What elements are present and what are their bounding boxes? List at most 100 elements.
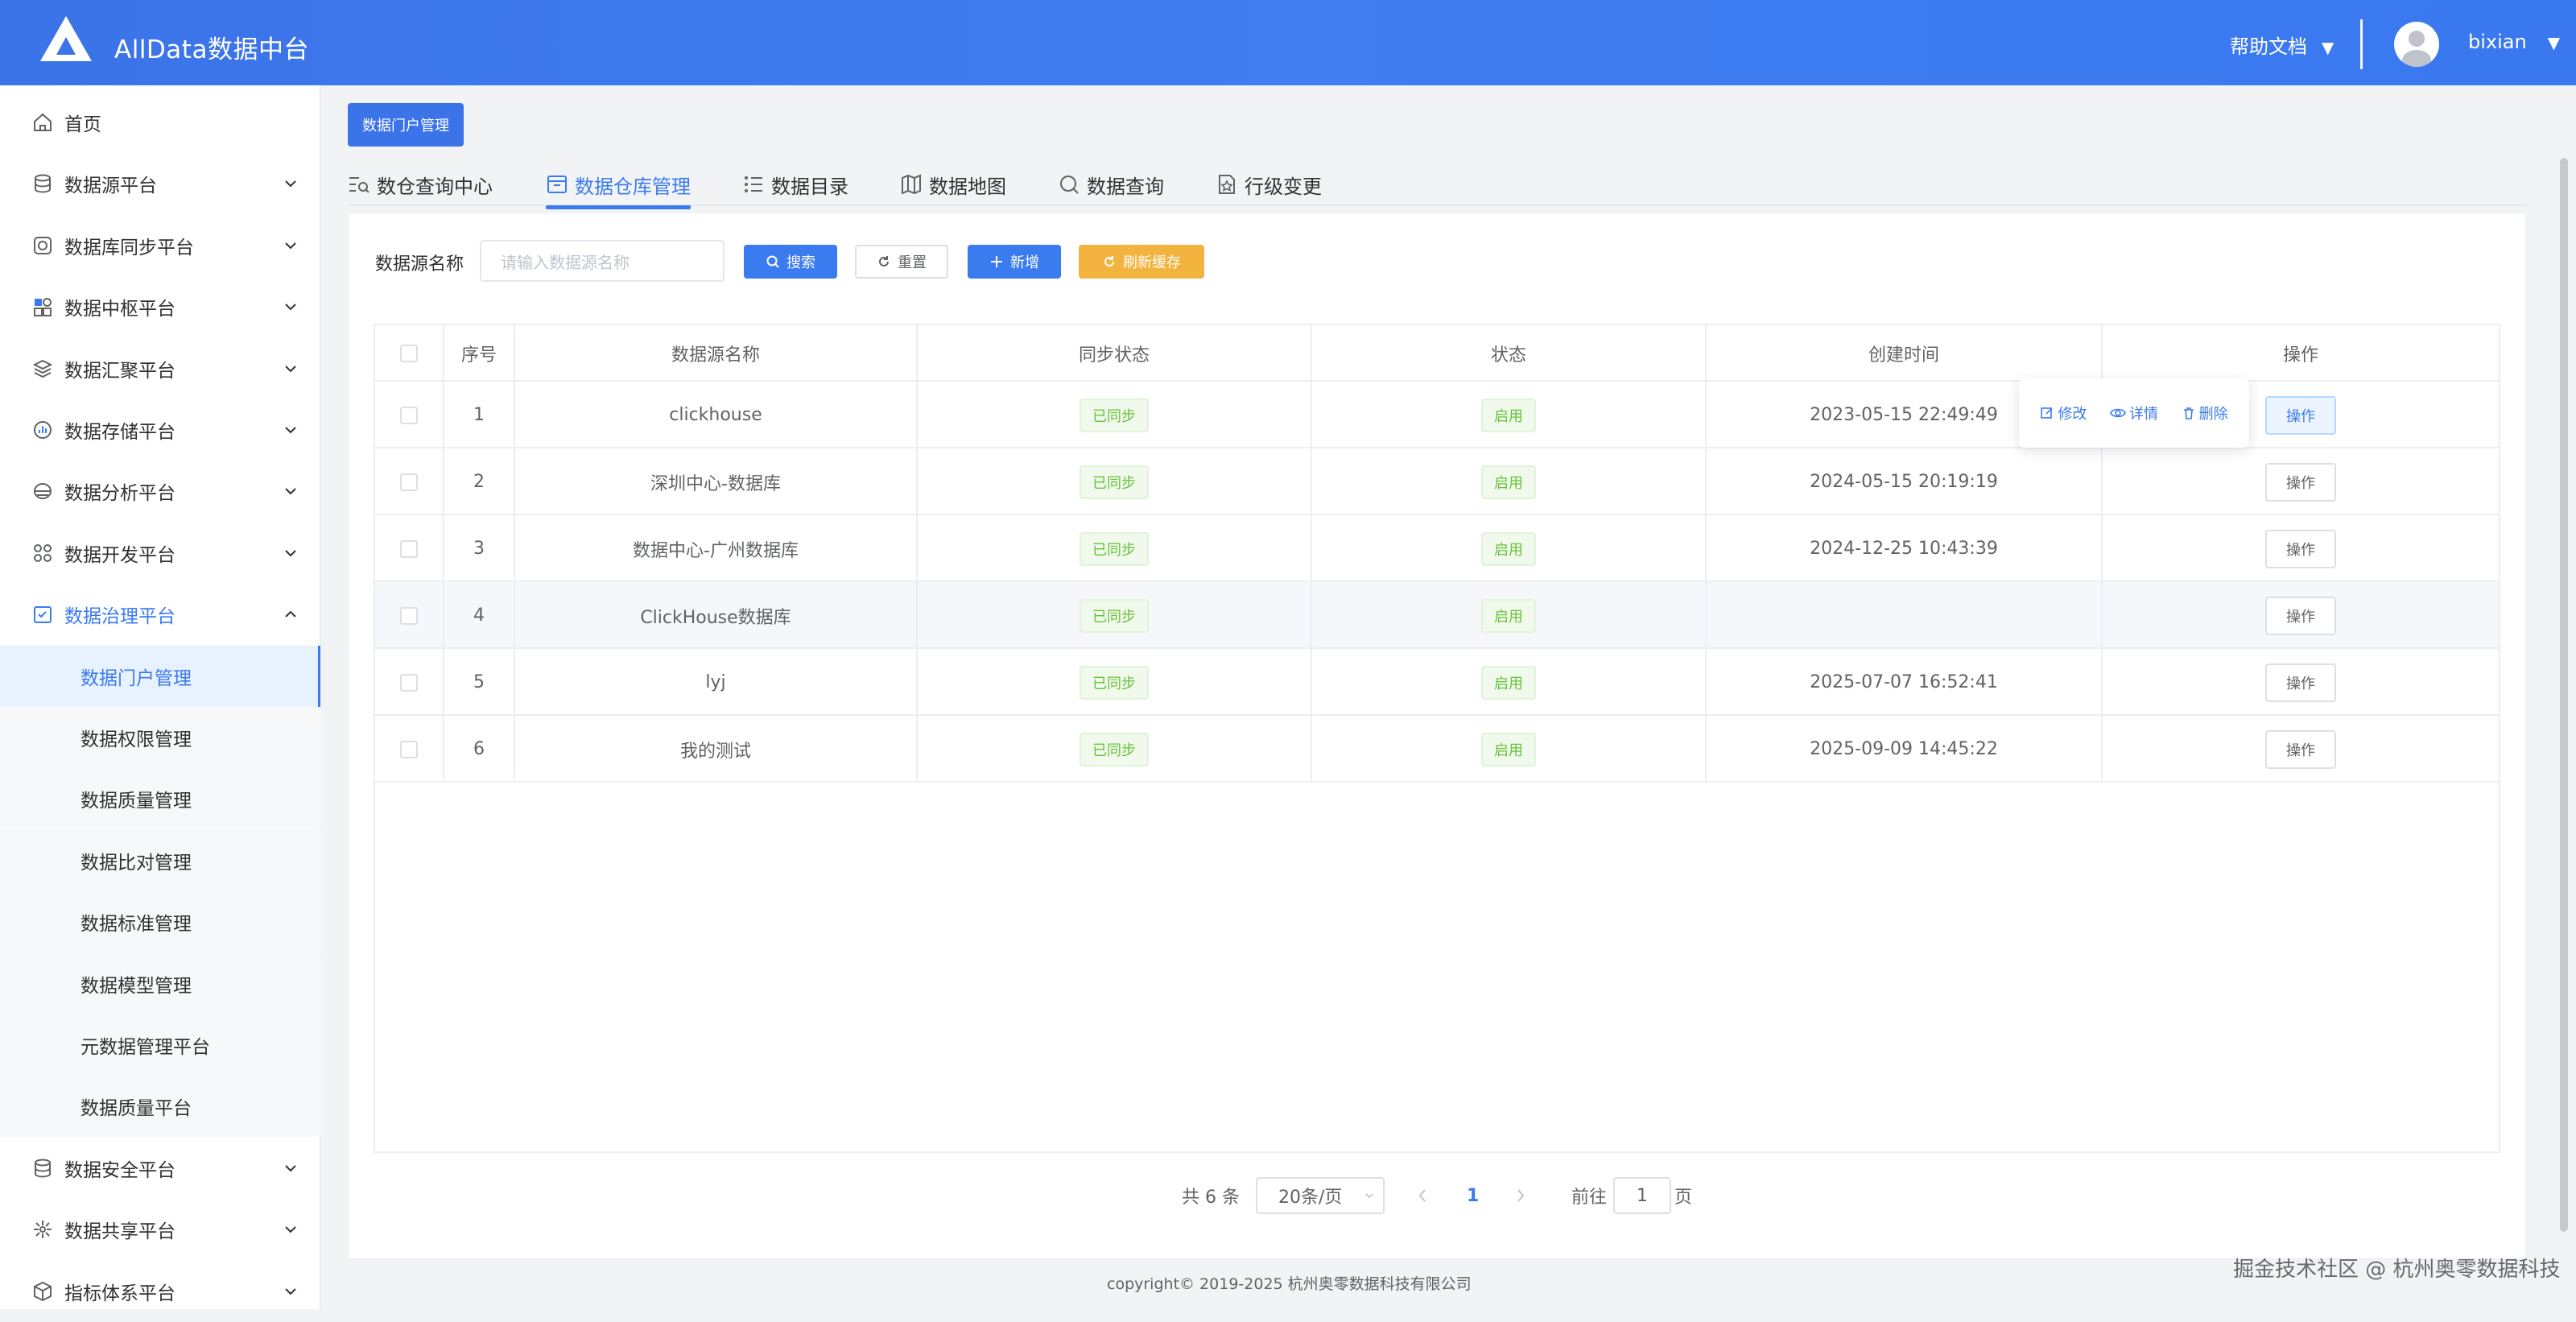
tab-warehouse-management[interactable]: 数据仓库管理: [546, 166, 691, 209]
tab-data-query[interactable]: 数据查询: [1058, 166, 1164, 203]
status-badge: 启用: [1481, 665, 1536, 700]
sidebar-item-2[interactable]: 数据源平台: [0, 153, 320, 214]
row-operation-button[interactable]: 操作: [2265, 596, 2336, 635]
sidebar-item-5[interactable]: 数据汇聚平台: [0, 338, 320, 399]
delete-link[interactable]: 删除: [2182, 403, 2228, 423]
column-header: 创建时间: [1707, 325, 2103, 382]
chevron-down-icon: [285, 1226, 296, 1233]
row-checkbox[interactable]: [400, 606, 418, 625]
row-checkbox[interactable]: [400, 406, 418, 424]
table-row[interactable]: 2 深圳中心-数据库 已同步 启用 2024-05-15 20:19:19 操作: [375, 448, 2499, 515]
page-jump-input[interactable]: 1: [1613, 1177, 1671, 1214]
sidebar-item-label: 数据存储平台: [64, 422, 175, 443]
cell-sync-status: 已同步: [918, 382, 1312, 448]
select-all-checkbox[interactable]: [400, 345, 418, 362]
top-header: AllData数据中台 帮助文档 ▼ bixian ▼: [0, 0, 2576, 85]
add-button-label: 新增: [1010, 254, 1039, 271]
datasource-table: 序号 数据源名称 同步状态 状态 创建时间 操作 1 clickhouse 已同步启…: [374, 324, 2500, 1153]
sidebar-item-17[interactable]: 数据质量平台: [0, 1076, 320, 1138]
row-checkbox[interactable]: [400, 673, 418, 692]
map-icon: [902, 174, 921, 195]
sidebar-item-3[interactable]: 数据库同步平台: [0, 215, 320, 276]
sidebar-item-11[interactable]: 数据权限管理: [0, 707, 320, 768]
sidebar-item-label: 数据治理平台: [64, 606, 175, 628]
sidebar-item-6[interactable]: 数据存储平台: [0, 399, 320, 461]
table-row[interactable]: 4 ClickHouse数据库 已同步 启用 操作: [375, 582, 2499, 649]
tab-data-map[interactable]: 数据地图: [900, 166, 1006, 203]
sidebar-item-7[interactable]: 数据分析平台: [0, 461, 320, 522]
detail-link[interactable]: 详情: [2110, 403, 2158, 423]
row-operation-button[interactable]: 操作: [2265, 529, 2336, 568]
current-page[interactable]: 1: [1467, 1177, 1479, 1214]
sidebar-item-16[interactable]: 元数据管理平台: [0, 1014, 320, 1076]
sidebar-item-9[interactable]: 数据治理平台: [0, 584, 320, 645]
grid-icon: [31, 295, 55, 319]
chevron-down-icon: [1365, 1193, 1373, 1199]
row-operation-button[interactable]: 操作: [2265, 663, 2336, 702]
table-row[interactable]: 6 我的测试 已同步 启用 2025-09-09 14:45:22 操作: [375, 716, 2499, 783]
cell-index: 4: [444, 582, 515, 649]
cell-datasource-name: clickhouse: [515, 382, 918, 448]
cell-operation: 操作: [2103, 649, 2499, 716]
chevron-down-icon: [285, 365, 296, 373]
row-checkbox[interactable]: [400, 740, 418, 758]
search-list-icon: [349, 177, 369, 193]
row-operation-button[interactable]: 操作: [2265, 462, 2336, 502]
sidebar-item-19[interactable]: 数据共享平台: [0, 1199, 320, 1260]
header-select-all: [375, 325, 444, 382]
next-page-icon[interactable]: [1513, 1187, 1528, 1204]
datasource-name-input[interactable]: 请输入数据源名称: [480, 240, 724, 282]
sidebar-item-15[interactable]: 数据模型管理: [0, 952, 320, 1014]
breadcrumb-tag-portal[interactable]: 数据门户管理: [348, 103, 464, 147]
prev-page-icon[interactable]: [1415, 1187, 1430, 1204]
cell-index: 3: [444, 515, 515, 582]
add-button[interactable]: 新增: [968, 245, 1061, 279]
sidebar-item-14[interactable]: 数据标准管理: [0, 891, 320, 953]
analysis-icon: [31, 479, 55, 503]
page-size-select[interactable]: 20条/页: [1256, 1177, 1385, 1214]
select-cell: [375, 716, 444, 783]
tab-row-change[interactable]: 行级变更: [1216, 166, 1322, 203]
table-header: 序号 数据源名称 同步状态 状态 创建时间 操作: [375, 325, 2499, 382]
row-checkbox[interactable]: [400, 473, 418, 491]
table-row[interactable]: 3 数据中心-广州数据库 已同步 启用 2024-12-25 10:43:39 操作: [375, 515, 2499, 582]
refresh-cache-button[interactable]: 刷新缓存: [1079, 245, 1204, 279]
sidebar-item-10[interactable]: 数据门户管理: [0, 645, 320, 707]
cell-status: 启用: [1312, 716, 1707, 783]
cell-sync-status: 已同步: [918, 582, 1312, 649]
help-docs-menu[interactable]: 帮助文档 ▼: [2230, 31, 2334, 59]
row-checkbox[interactable]: [400, 539, 418, 558]
goto-label: 前往: [1571, 1188, 1608, 1208]
sidebar-item-8[interactable]: 数据开发平台: [0, 523, 320, 584]
metrics-icon: [31, 1279, 55, 1303]
sidebar-item-4[interactable]: 数据中枢平台: [0, 276, 320, 337]
sidebar-item-12[interactable]: 数据质量管理: [0, 768, 320, 830]
page-size-value: 20条/页: [1278, 1188, 1343, 1208]
user-menu[interactable]: bixian ▼: [2468, 31, 2560, 53]
reset-button[interactable]: 重置: [855, 245, 948, 279]
sync-status-badge: 已同步: [1080, 531, 1149, 566]
tab-query-center[interactable]: 数仓查询中心: [348, 166, 493, 203]
search-button[interactable]: 搜索: [744, 245, 837, 279]
chevron-up-icon: [285, 610, 296, 618]
table-row[interactable]: 5 lyj 已同步 启用 2025-07-07 16:52:41 操作: [375, 649, 2499, 716]
sidebar-item-label: 数据质量平台: [80, 1098, 192, 1120]
sidebar-item-13[interactable]: 数据比对管理: [0, 829, 320, 891]
sidebar-item-18[interactable]: 数据安全平台: [0, 1138, 320, 1199]
row-operation-button[interactable]: 操作: [2265, 395, 2336, 435]
status-badge: 启用: [1481, 398, 1536, 432]
reset-button-label: 重置: [898, 254, 927, 271]
sidebar-item-1[interactable]: 首页: [0, 92, 320, 153]
avatar[interactable]: [2394, 22, 2439, 67]
chevron-down-icon: [285, 488, 296, 495]
row-operation-button[interactable]: 操作: [2265, 729, 2336, 769]
alldata-logo-icon[interactable]: [39, 14, 93, 64]
page-scrollbar[interactable]: [2560, 158, 2568, 1232]
sidebar-item-label: 数据库同步平台: [64, 237, 194, 258]
sidebar-item-20[interactable]: 指标体系平台: [0, 1261, 320, 1322]
status-badge: 启用: [1481, 732, 1536, 766]
tab-data-catalog[interactable]: 数据目录: [742, 166, 848, 203]
edit-link[interactable]: 修改: [2040, 403, 2087, 423]
status-badge: 启用: [1481, 465, 1536, 499]
tab-label: 数据仓库管理: [575, 175, 691, 198]
